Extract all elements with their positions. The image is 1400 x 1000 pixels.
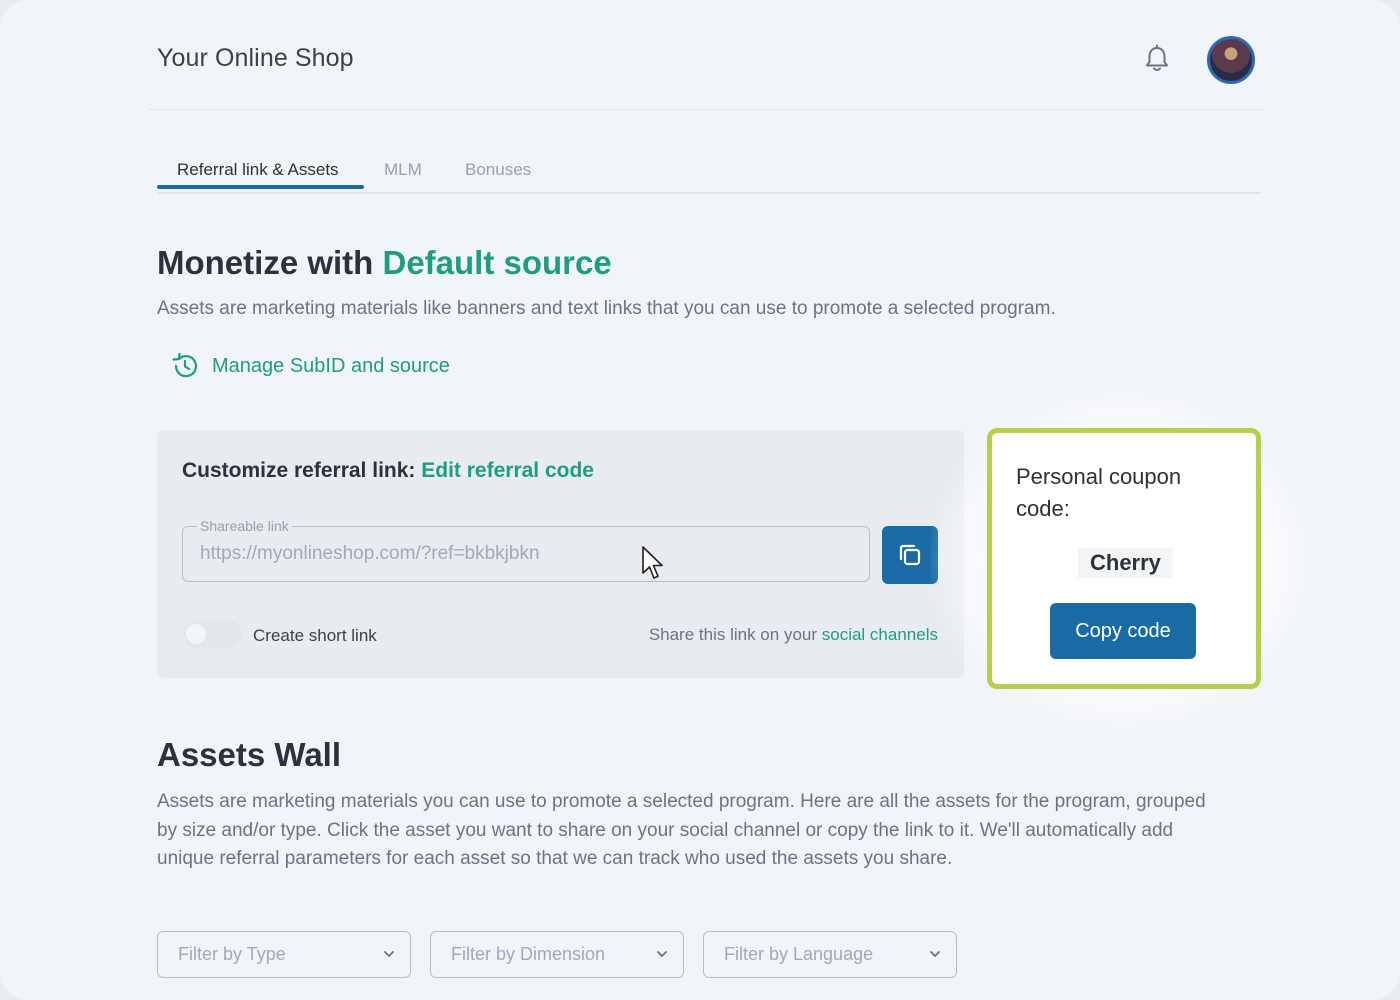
chevron-down-icon [384,951,394,957]
tab-bonuses[interactable]: Bonuses [465,160,531,193]
monetize-description: Assets are marketing materials like bann… [157,298,1056,319]
filter-type-label: Filter by Type [178,944,286,964]
tab-bar: Referral link & Assets MLM Bonuses [157,150,1260,194]
shareable-link-label: Shareable link [197,518,292,534]
copy-code-button[interactable]: Copy code [1050,603,1196,659]
filter-dimension-select[interactable]: Filter by Dimension [430,931,684,978]
chevron-down-icon [657,951,667,957]
manage-subid-label: Manage SubID and source [212,354,450,377]
referral-title-prefix: Customize referral link: [182,459,416,482]
copy-icon [899,544,921,566]
active-tab-indicator [157,185,364,189]
shareable-link-field[interactable]: Shareable link https://myonlineshop.com/… [182,518,870,582]
share-hint-prefix: Share this link on your [648,625,818,644]
top-header: Your Online Shop [148,0,1263,110]
referral-card-title: Customize referral link: Edit referral c… [182,459,594,483]
assets-wall-title: Assets Wall [157,736,342,773]
coupon-card: Personal coupon code: Cherry Copy code [987,428,1261,689]
shareable-link-value: https://myonlineshop.com/?ref=bkbkjbkn [200,543,540,564]
social-channels-link[interactable]: social channels [822,625,938,644]
referral-link-card: Customize referral link: Edit referral c… [157,430,964,678]
monetize-title: Monetize with Default source [157,244,612,282]
user-avatar[interactable] [1207,36,1255,84]
monetize-title-source: Default source [382,244,612,281]
filter-language-label: Filter by Language [724,944,874,964]
mouse-pointer-icon [642,546,663,579]
manage-subid-link[interactable]: Manage SubID and source [170,351,450,381]
shop-title: Your Online Shop [157,44,354,72]
tab-mlm[interactable]: MLM [384,160,422,193]
bell-icon[interactable] [1143,44,1171,74]
app-window: Your Online Shop Referral link & Assets … [0,0,1400,1000]
history-icon [172,352,198,378]
coupon-title: Personal coupon code: [1016,464,1182,521]
monetize-title-prefix: Monetize with [157,244,374,281]
assets-wall-description: Assets are marketing materials you can u… [157,791,1206,869]
filter-dimension-label: Filter by Dimension [451,944,606,964]
chevron-down-icon [930,951,940,957]
filter-language-select[interactable]: Filter by Language [703,931,957,978]
share-hint: Share this link on your social channels [649,625,938,645]
short-link-label: Create short link [253,626,377,645]
short-link-toggle[interactable] [184,620,242,648]
coupon-code: Cherry [1078,548,1173,578]
filter-type-select[interactable]: Filter by Type [157,931,411,978]
toggle-knob [186,624,206,644]
edit-referral-code-link[interactable]: Edit referral code [421,459,594,482]
